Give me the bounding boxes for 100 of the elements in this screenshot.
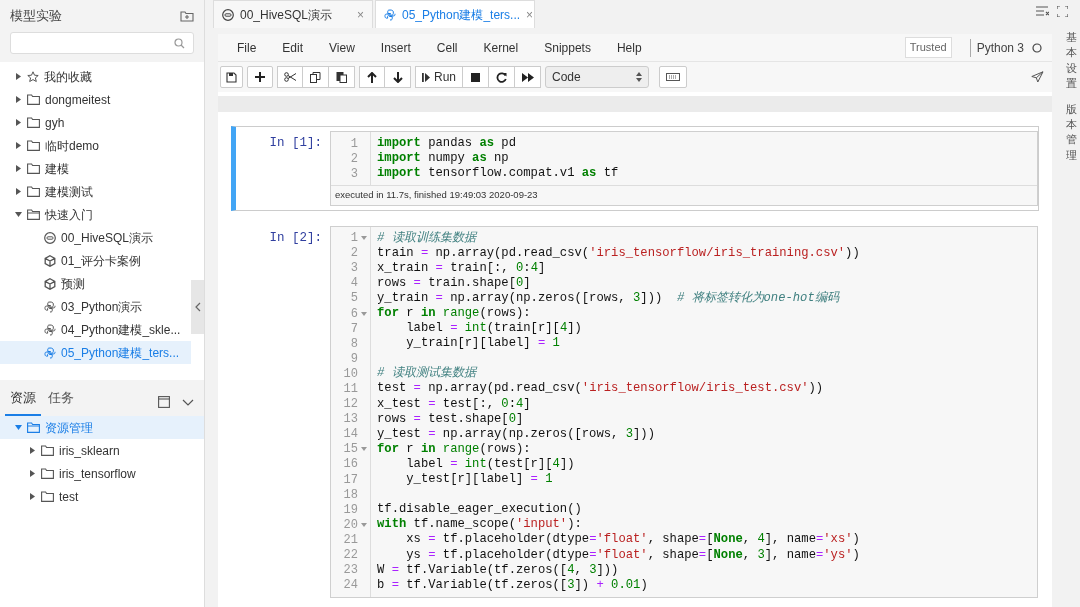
caret-right-icon[interactable]: [15, 96, 21, 103]
tree-item[interactable]: iris_sklearn: [0, 439, 204, 462]
panel-tab[interactable]: 任务: [43, 387, 79, 416]
caret-down-icon[interactable]: [14, 425, 22, 430]
search-field[interactable]: [10, 32, 194, 54]
code-line: x_test = test[:, 0:4]: [377, 396, 532, 412]
menu-item[interactable]: Cell: [423, 38, 471, 57]
trusted-indicator[interactable]: Trusted: [904, 37, 952, 58]
python-icon: [44, 323, 56, 336]
tree-item[interactable]: 00_HiveSQL演示: [0, 226, 191, 249]
tree-item[interactable]: iris_tensorflow: [0, 462, 204, 485]
code-line: label = int(test[r][4]): [405, 456, 576, 473]
code-line: # 读取测试集数据: [377, 366, 479, 382]
scissors-icon: [284, 72, 296, 82]
side-tab[interactable]: 基本设置: [1065, 30, 1077, 92]
fold-icon[interactable]: [361, 311, 367, 316]
tree-item[interactable]: 04_Python建模_skle...: [0, 318, 191, 341]
sidebar-title: 模型实验: [10, 7, 62, 26]
tree-item[interactable]: 我的收藏: [0, 65, 191, 88]
stop-button[interactable]: [463, 66, 489, 88]
line-number: 4: [350, 275, 358, 292]
editor-tab[interactable]: 05_Python建模_ters... ×: [375, 0, 535, 28]
caret-down-icon[interactable]: [14, 212, 22, 217]
side-tab[interactable]: 版本管理: [1065, 101, 1077, 164]
fold-icon[interactable]: [361, 447, 367, 452]
paste-button[interactable]: [329, 66, 355, 88]
code-line: import numpy as np: [377, 151, 510, 167]
menu-item[interactable]: View: [316, 38, 368, 57]
tree-item[interactable]: 快速入门: [0, 203, 191, 226]
tree-item[interactable]: gyh: [0, 111, 191, 134]
close-tab-button[interactable]: ×: [526, 5, 534, 24]
editor-tab[interactable]: 00_HiveSQL演示 ×: [213, 0, 373, 28]
run-button[interactable]: Run: [415, 66, 463, 88]
menu-item[interactable]: Help: [603, 38, 655, 57]
line-number: 12: [343, 396, 358, 413]
caret-right-icon[interactable]: [15, 142, 21, 149]
open-folder-icon: [27, 209, 40, 220]
copy-button[interactable]: [303, 66, 329, 88]
star-icon: [27, 70, 39, 83]
code-line: b = tf.Variable(tf.zeros([3]) + 0.01): [377, 577, 649, 593]
caret-right-icon[interactable]: [15, 119, 21, 126]
code-editor[interactable]: [330, 225, 1038, 598]
folder-icon: [27, 94, 40, 105]
line-number: 18: [343, 486, 358, 504]
tree-item[interactable]: 建模测试: [0, 180, 191, 203]
code-line: y_test = np.array(np.zeros([rows, 3])): [377, 426, 656, 442]
fold-icon[interactable]: [361, 522, 367, 527]
cell-prompt: In [2]:: [268, 229, 323, 247]
menu-item[interactable]: Kernel: [470, 38, 532, 57]
menu-item[interactable]: Snippets: [531, 38, 604, 57]
fullscreen-icon[interactable]: [1057, 6, 1068, 17]
move-up-button[interactable]: [359, 66, 385, 88]
step-icon: [422, 72, 430, 82]
line-number: 21: [343, 531, 358, 549]
caret-right-icon[interactable]: [15, 165, 21, 172]
cell-type-dropdown[interactable]: Code: [545, 66, 649, 88]
chevron-down-icon[interactable]: [182, 398, 194, 406]
tree-item[interactable]: test: [0, 485, 204, 508]
restart-button[interactable]: [489, 66, 515, 88]
cube-icon: [44, 277, 56, 290]
tree-item[interactable]: 资源管理: [0, 416, 204, 439]
database-icon: [44, 231, 56, 244]
save-button[interactable]: [220, 66, 243, 88]
caret-right-icon[interactable]: [29, 470, 35, 477]
collapse-handle[interactable]: [191, 280, 204, 334]
save-icon: [226, 71, 237, 83]
tree-item[interactable]: 05_Python建模_ters...: [0, 341, 191, 364]
cut-button[interactable]: [277, 66, 303, 88]
code-line: rows = test.shape[0]: [377, 411, 525, 427]
fold-icon[interactable]: [361, 236, 367, 241]
tree-item[interactable]: 临时demo: [0, 134, 191, 157]
line-number: 17: [343, 471, 358, 489]
new-folder-icon[interactable]: [180, 10, 194, 22]
send-icon[interactable]: [1031, 71, 1044, 83]
caret-right-icon[interactable]: [15, 73, 21, 80]
run-all-button[interactable]: [515, 66, 541, 88]
tree-item[interactable]: 建模: [0, 157, 191, 180]
open-folder-icon: [27, 422, 40, 433]
kernel-name: Python 3: [976, 39, 1024, 57]
tree-item[interactable]: 03_Python演示: [0, 295, 191, 318]
move-down-button[interactable]: [385, 66, 411, 88]
code-editor[interactable]: 1 2 3 import pandas as pd import numpy as np import tensorflow.compat.v1 as tf executed in 11.7s, finished 19:49:03 2020-09-23: [330, 131, 1038, 206]
tree-item[interactable]: 01_评分卡案例: [0, 249, 191, 272]
caret-right-icon[interactable]: [29, 493, 35, 500]
code-line: tf.disable_eager_execution(): [377, 502, 583, 518]
tree-item[interactable]: 预测: [0, 272, 191, 295]
caret-right-icon[interactable]: [15, 188, 21, 195]
caret-right-icon[interactable]: [29, 447, 35, 454]
tree-item[interactable]: dongmeitest: [0, 88, 191, 111]
menu-item[interactable]: Insert: [367, 38, 424, 57]
insert-cell-button[interactable]: [247, 66, 273, 88]
window-icon[interactable]: [158, 396, 170, 408]
code-line: test = np.array(pd.read_csv('iris_tensorflow/iris_test.csv')): [377, 381, 825, 397]
folder-icon: [27, 140, 40, 151]
paste-icon: [336, 71, 347, 83]
keyboard-button[interactable]: [659, 66, 687, 88]
clear-list-icon[interactable]: [1036, 6, 1049, 16]
arrow-down-icon: [392, 71, 403, 83]
menu-item[interactable]: File: [224, 38, 270, 57]
menu-item[interactable]: Edit: [269, 38, 317, 57]
